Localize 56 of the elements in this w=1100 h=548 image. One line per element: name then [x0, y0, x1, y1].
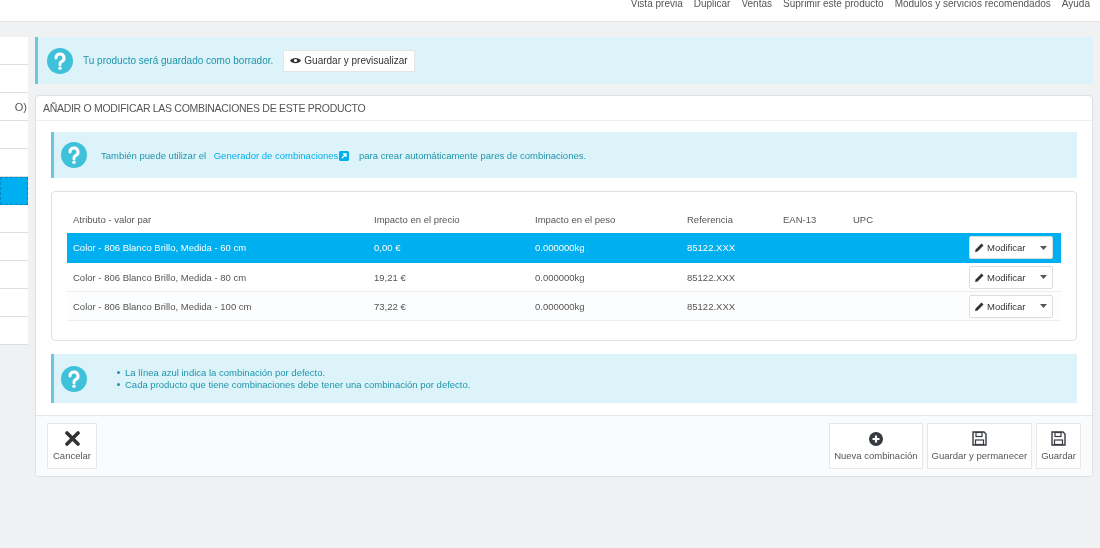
pencil-icon [975, 243, 984, 252]
sidebar-item[interactable]: O) [0, 93, 28, 121]
table-cell-text: 0.000000kg [535, 271, 586, 283]
plus-circle-icon [868, 431, 883, 446]
toolbar-link[interactable]: Vista previa [630, 0, 683, 9]
pencil-icon [975, 272, 984, 282]
alert-text: También puede utilizar el Generador de combinaciones para crear automáticamente pares de combinaciones. [101, 149, 587, 161]
preview-button[interactable]: Guardar y previsualizar [283, 49, 415, 72]
table-cell-text: 73,22 € [374, 300, 407, 312]
modify-button[interactable]: Modificar [969, 294, 1053, 318]
note-text: Cada producto que tiene combinaciones debe tener una combinación por defecto. [125, 379, 471, 390]
toolbar-link[interactable]: Suprimir este producto [783, 0, 884, 9]
table-cell-text: 85122.XXX [687, 271, 737, 283]
caret-icon [1040, 304, 1047, 308]
panel-title: AÑADIR O MODIFICAR LAS COMBINACIONES DE ESTE PRODUCTO [36, 96, 1092, 121]
table-cell-text: Color - 806 Blanco Brillo, Medida - 100 cm [72, 300, 253, 312]
table-cell-text: 0.000000kg [535, 242, 586, 253]
question-icon [61, 365, 87, 392]
table-row[interactable]: Color - 806 Blanco Brillo, Medida - 60 cm 0,00 € 0.000000kg 85122.XXX Modificar [67, 233, 1061, 263]
table-cell-text: 85122.XXX [687, 242, 737, 253]
modify-button[interactable]: Modificar [969, 236, 1053, 259]
toolbar-link[interactable]: Ayuda [1061, 0, 1090, 9]
close-icon [64, 431, 80, 446]
save-button[interactable]: Guardar [1036, 423, 1081, 469]
column-header: UPC [853, 213, 875, 225]
column-header: Impacto en el precio [374, 213, 461, 225]
question-icon [61, 142, 87, 168]
external-link-icon [339, 150, 350, 161]
modify-button[interactable]: Modificar [969, 265, 1053, 289]
eye-icon [290, 57, 302, 64]
bullet-icon [117, 383, 120, 386]
toolbar-link[interactable]: Módulos y servicios recomendados [894, 0, 1051, 9]
sidebar-item[interactable] [0, 177, 28, 205]
caret-icon [1040, 245, 1047, 250]
question-icon [47, 47, 73, 74]
column-header: Referencia [687, 213, 734, 225]
toolbar-link[interactable]: Ventas [741, 0, 772, 9]
column-header: EAN-13 [783, 213, 818, 225]
table-cell-text: 0.000000kg [535, 300, 586, 312]
alert-text: Tu producto será guardado como borrador. [83, 55, 274, 66]
note-text: La línea azul indica la combinación por defecto. [125, 367, 326, 378]
table-cell-text: 19,21 € [374, 271, 407, 283]
table-cell-text: Color - 806 Blanco Brillo, Medida - 60 cm [72, 242, 248, 253]
save-button[interactable]: Guardar y permanecer [926, 423, 1033, 469]
table-cell-text: 85122.XXX [687, 300, 737, 312]
column-header: Impacto en el peso [535, 213, 617, 225]
table-row[interactable]: Color - 806 Blanco Brillo, Medida - 100 cm 73,22 € 0.000000kg 85122.XXX Modificar [67, 292, 1061, 321]
caret-icon [1040, 275, 1047, 279]
pencil-icon [975, 301, 984, 311]
bullet-icon [117, 371, 120, 374]
table-cell-text: Color - 806 Blanco Brillo, Medida - 80 cm [72, 271, 248, 283]
toolbar-link[interactable]: Duplicar [693, 0, 731, 9]
cancel-button[interactable]: Cancelar [47, 423, 97, 469]
column-header: Atributo - valor par [72, 213, 153, 225]
table-cell-text: 0,00 € [374, 242, 402, 253]
new-combination-button[interactable]: Nueva combinación [829, 423, 923, 469]
